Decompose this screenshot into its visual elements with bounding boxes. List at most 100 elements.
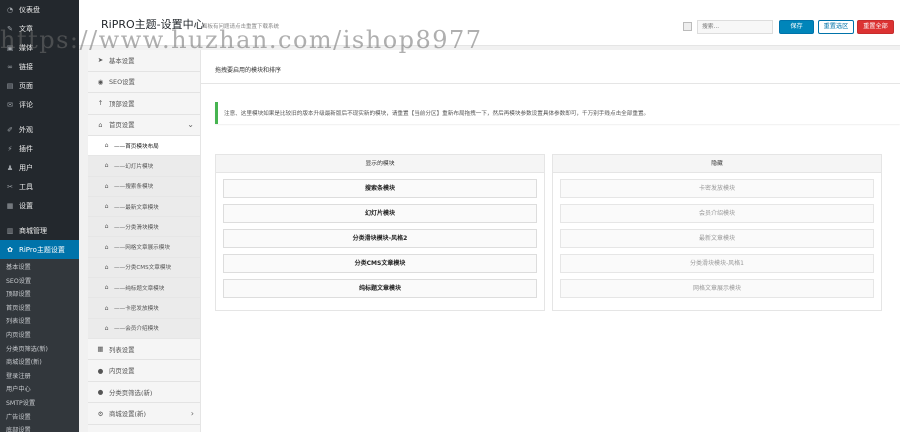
chevron-right-icon: ›: [190, 409, 194, 419]
options-nav-sublabel: ——首页模块布局: [114, 143, 159, 150]
wp-menu-item[interactable]: ▥ 商城管理: [0, 221, 79, 240]
wp-submenu: 基本设置 SEO设置 顶部设置 首页设置 列表设置 内页设置 分类页筛选(新) 商城设置(新)…: [0, 259, 79, 432]
reset-all-button[interactable]: 重置全部: [857, 20, 894, 34]
home-icon: ⌂: [98, 120, 103, 129]
options-nav-subitem[interactable]: ⌂ ——分类滑块模块: [88, 217, 200, 238]
options-nav-sublabel: ——卡密发放模块: [114, 306, 159, 313]
content-panel: 拖拽要启用的模块和排序 注意、这里模块如果是比较旧的版本升级最新版后不现实新的模…: [201, 50, 900, 432]
hidden-module-item[interactable]: 最新文章模块: [560, 229, 874, 248]
enabled-modules-heading: 显示的模块: [216, 155, 544, 173]
options-nav-label: 列表设置: [109, 345, 135, 354]
options-nav-item[interactable]: ⌂ 首页设置 ⌄: [88, 115, 200, 136]
cog-icon: ⚙: [97, 409, 104, 418]
options-nav-subitem[interactable]: ⌂ ——最新文章模块: [88, 196, 200, 218]
settings-icon: ▦: [6, 201, 14, 210]
options-nav-label: 首页设置: [109, 121, 135, 130]
wp-submenu-item[interactable]: 列表设置: [0, 315, 79, 329]
options-nav-item[interactable]: ➤ 基本设置: [88, 50, 200, 72]
enabled-module-item[interactable]: 幻灯片模块: [223, 204, 537, 223]
wp-menu-label: 插件: [19, 144, 33, 153]
wp-submenu-item[interactable]: 基本设置: [0, 261, 79, 275]
options-nav-label: SEO设置: [109, 78, 135, 87]
search-icon[interactable]: [683, 22, 692, 31]
hidden-module-item[interactable]: 卡密发放模块: [560, 179, 874, 198]
wp-menu-item[interactable]: ✉ 评论: [0, 95, 79, 114]
wp-menu-item[interactable]: ⚡ 插件: [0, 139, 79, 158]
hidden-modules-list: 卡密发放模块 会员介绍模块 最新文章模块 分类滑块模块-风格1 网格文章展示模块: [553, 173, 881, 310]
options-nav-label: 商城设置(新): [109, 410, 146, 419]
filter-icon: ●: [97, 388, 104, 397]
options-nav-item[interactable]: ● 分类页筛选(新): [88, 382, 200, 404]
enabled-modules-list: 搜索条模块幻灯片模块分类滑块模块-风格2 分类CMS文章模块 纯标题文章模块: [216, 173, 544, 310]
globe-icon: ◉: [97, 77, 104, 86]
options-nav-subitem[interactable]: ⌂ ——搜索条模块: [88, 176, 200, 197]
options-nav-subitem[interactable]: ⌂ ——分类CMS文章模块: [88, 257, 200, 279]
dashboard-icon: ◔: [6, 5, 14, 14]
options-nav-subitem[interactable]: ⌂ ——卡密发放模块: [88, 298, 200, 319]
enabled-module-item[interactable]: 分类滑块模块-风格2: [223, 229, 537, 248]
save-button[interactable]: 保存: [779, 20, 814, 34]
enabled-module-item[interactable]: 分类CMS文章模块: [223, 254, 537, 273]
wp-menu-item[interactable]: ✿ RiPro主题设置: [0, 240, 79, 259]
options-nav-subitem[interactable]: ⌂ ——幻灯片模块: [88, 156, 200, 177]
home-icon: ⌂: [104, 223, 109, 231]
hidden-modules-column: 隐藏 卡密发放模块 会员介绍模块 最新文章模块 分类滑块模块-风格1 网格文章展示模块: [552, 154, 882, 311]
wp-submenu-item[interactable]: SEO设置: [0, 275, 79, 289]
options-nav-item[interactable]: ⚙ 商城设置(新) ›: [88, 403, 200, 425]
section-label: 拖拽要启用的模块和排序: [215, 67, 282, 74]
wp-menu-label: 商城管理: [19, 226, 47, 235]
wp-menu-item[interactable]: ✎ 文章: [0, 19, 79, 38]
wp-menu-label: 媒体: [19, 43, 33, 52]
options-nav-subitem[interactable]: ⌂ ——纯标题文章模块: [88, 278, 200, 299]
wp-menu-label: 用户: [19, 163, 33, 172]
media-icon: ▣: [6, 43, 14, 52]
wp-submenu-item[interactable]: 底部设置: [0, 424, 79, 432]
wp-menu-item[interactable]: ▣ 媒体: [0, 38, 79, 57]
wp-submenu-item[interactable]: SMTP设置: [0, 397, 79, 411]
options-nav-item[interactable]: ◉ SEO设置: [88, 72, 200, 93]
options-nav-label: 内页设置: [109, 367, 135, 376]
home-icon: ⌂: [104, 304, 109, 312]
options-nav-subitem[interactable]: ⌂ ——首页模块布局: [88, 136, 200, 157]
options-nav-sublabel: ——网格文章展示模块: [114, 245, 170, 252]
hidden-module-item[interactable]: 分类滑块模块-风格1: [560, 254, 874, 273]
wp-menu-item[interactable]: ▤ 页面: [0, 76, 79, 95]
options-nav-item[interactable]: ↑ 顶部设置: [88, 93, 200, 115]
settings-header: RiPRO主题-设置中心 面板有问题请点击重置下载系统 保存 重置选区 重置全部: [79, 0, 900, 46]
enabled-module-item[interactable]: 纯标题文章模块: [223, 279, 537, 298]
wp-submenu-item[interactable]: 内页设置: [0, 329, 79, 343]
wp-menu-item[interactable]: ♟ 用户: [0, 158, 79, 177]
wp-menu-label: 文章: [19, 24, 33, 33]
wp-menu-item[interactable]: ✐ 外观: [0, 120, 79, 139]
wp-submenu-item[interactable]: 登录注册: [0, 370, 79, 384]
options-nav-subitem[interactable]: ⌂ ——会员介绍模块: [88, 318, 200, 339]
home-icon: ⌂: [104, 162, 109, 170]
wp-menu-label: 页面: [19, 81, 33, 90]
wp-menu-item[interactable]: ▦ 设置: [0, 196, 79, 215]
wp-menu-item[interactable]: ✂ 工具: [0, 177, 79, 196]
rocket-icon: ➤: [97, 56, 104, 65]
options-nav-subitem[interactable]: ⌂ ——网格文章展示模块: [88, 237, 200, 258]
hidden-module-item[interactable]: 会员介绍模块: [560, 204, 874, 223]
wp-admin-sidebar: ◔ 仪表盘 ✎ 文章 ▣ 媒体 ∞ 链接 ▤ 页面 ✉ 评论 ✐ 外观 ⚡ 插件 ♟ 用户 ✂ 工具 ▦ 设置 ▥ 商城管理 ✿…: [0, 0, 79, 432]
options-nav-sublabel: ——幻灯片模块: [114, 163, 154, 170]
enabled-module-item[interactable]: 搜索条模块: [223, 179, 537, 198]
list-icon: ▦: [97, 345, 104, 354]
wp-submenu-item[interactable]: 分类页筛选(新): [0, 343, 79, 357]
wp-submenu-item[interactable]: 首页设置: [0, 302, 79, 316]
reset-section-button[interactable]: 重置选区: [818, 20, 854, 34]
hidden-module-item[interactable]: 网格文章展示模块: [560, 279, 874, 298]
search-input[interactable]: [697, 20, 773, 34]
wp-submenu-item[interactable]: 用户中心: [0, 383, 79, 397]
pin-icon: ✎: [7, 24, 13, 33]
plugin-icon: ⚡: [7, 144, 13, 153]
options-nav-item[interactable]: ● 内页设置: [88, 360, 200, 382]
users-icon: ♟: [6, 163, 14, 172]
wp-menu-item[interactable]: ◔ 仪表盘: [0, 0, 79, 19]
wp-submenu-item[interactable]: 商城设置(新): [0, 356, 79, 370]
wp-submenu-item[interactable]: 广告设置: [0, 411, 79, 425]
wp-submenu-item[interactable]: 顶部设置: [0, 288, 79, 302]
options-nav-item[interactable]: ▦ 列表设置: [88, 339, 200, 361]
wp-menu-item[interactable]: ∞ 链接: [0, 57, 79, 76]
wp-menu-label: 设置: [19, 201, 33, 210]
